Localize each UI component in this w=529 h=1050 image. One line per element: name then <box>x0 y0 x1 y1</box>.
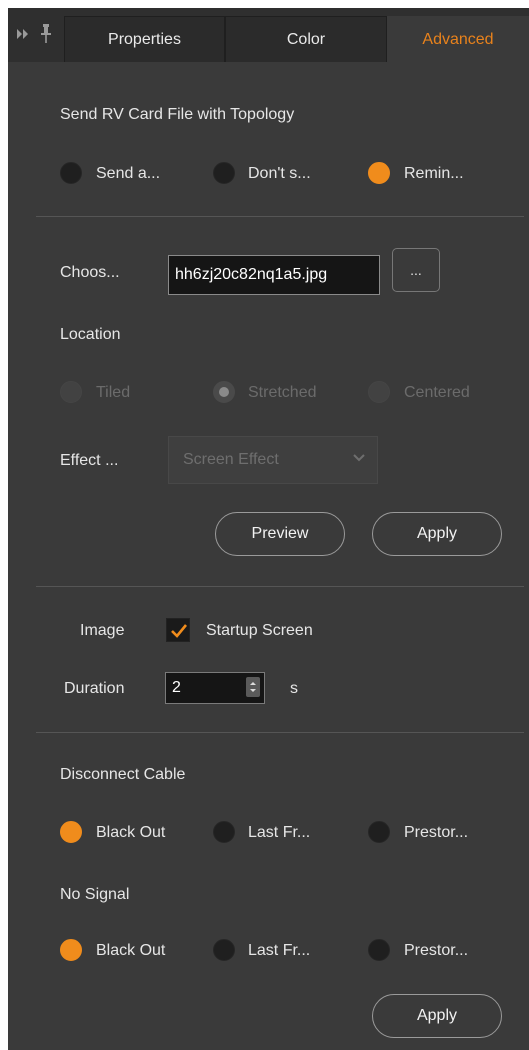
radio-stretched <box>213 381 235 403</box>
radio-dont-send[interactable] <box>213 162 235 184</box>
radio-send-all-label: Send a... <box>96 165 161 182</box>
tab-advanced[interactable]: Advanced <box>387 16 529 62</box>
radio-nosignal-prestored[interactable] <box>368 939 390 961</box>
effect-label: Effect ... <box>60 452 119 469</box>
choose-file-label: Choos... <box>60 264 120 281</box>
image-label: Image <box>80 622 125 639</box>
tab-strip: Properties Color Advanced <box>8 8 529 62</box>
expand-icon[interactable] <box>16 28 30 40</box>
pin-icon[interactable] <box>40 24 52 44</box>
radio-dont-send-label: Don't s... <box>248 165 311 182</box>
divider <box>36 732 524 733</box>
topology-heading: Send RV Card File with Topology <box>60 106 295 123</box>
location-heading: Location <box>60 326 121 343</box>
file-path-input[interactable]: hh6zj20c82nq1a5.jpg <box>168 255 380 295</box>
radio-remind-label: Remin... <box>404 165 464 182</box>
radio-centered-label: Centered <box>404 384 470 401</box>
startup-screen-checkbox[interactable] <box>166 618 190 642</box>
radio-nosignal-blackout[interactable] <box>60 939 82 961</box>
radio-stretched-label: Stretched <box>248 384 317 401</box>
radio-nosignal-blackout-label: Black Out <box>96 942 166 959</box>
radio-disconnect-prestored-label: Prestor... <box>404 824 469 841</box>
radio-tiled <box>60 381 82 403</box>
chevron-down-icon <box>353 454 365 462</box>
apply-button[interactable]: Apply <box>372 512 502 556</box>
effect-select: Screen Effect <box>168 436 378 484</box>
radio-nosignal-lastframe[interactable] <box>213 939 235 961</box>
browse-button[interactable]: ... <box>392 248 440 292</box>
radio-nosignal-prestored-label: Prestor... <box>404 942 469 959</box>
startup-screen-label: Startup Screen <box>206 622 313 639</box>
effect-select-value: Screen Effect <box>183 451 279 468</box>
apply-bottom-button[interactable]: Apply <box>372 994 502 1038</box>
advanced-panel: Properties Color Advanced Send RV Card F… <box>8 8 529 1050</box>
disconnect-heading: Disconnect Cable <box>60 766 186 783</box>
duration-unit: s <box>290 680 298 697</box>
radio-disconnect-lastframe-label: Last Fr... <box>248 824 311 841</box>
radio-disconnect-prestored[interactable] <box>368 821 390 843</box>
panel-controls <box>8 8 62 62</box>
tab-color[interactable]: Color <box>225 16 387 62</box>
divider <box>36 586 524 587</box>
duration-stepper[interactable]: 2 <box>165 672 265 704</box>
checkmark-icon <box>171 624 188 638</box>
divider <box>36 216 524 217</box>
radio-disconnect-lastframe[interactable] <box>213 821 235 843</box>
no-signal-heading: No Signal <box>60 886 130 903</box>
radio-remind[interactable] <box>368 162 390 184</box>
preview-button[interactable]: Preview <box>215 512 345 556</box>
radio-send-all[interactable] <box>60 162 82 184</box>
radio-nosignal-lastframe-label: Last Fr... <box>248 942 311 959</box>
tab-properties[interactable]: Properties <box>64 16 225 62</box>
radio-tiled-label: Tiled <box>96 384 131 401</box>
duration-label: Duration <box>64 680 125 697</box>
duration-value: 2 <box>172 679 181 696</box>
radio-centered <box>368 381 390 403</box>
spin-arrows-icon[interactable] <box>246 677 260 697</box>
radio-disconnect-blackout[interactable] <box>60 821 82 843</box>
radio-disconnect-blackout-label: Black Out <box>96 824 166 841</box>
